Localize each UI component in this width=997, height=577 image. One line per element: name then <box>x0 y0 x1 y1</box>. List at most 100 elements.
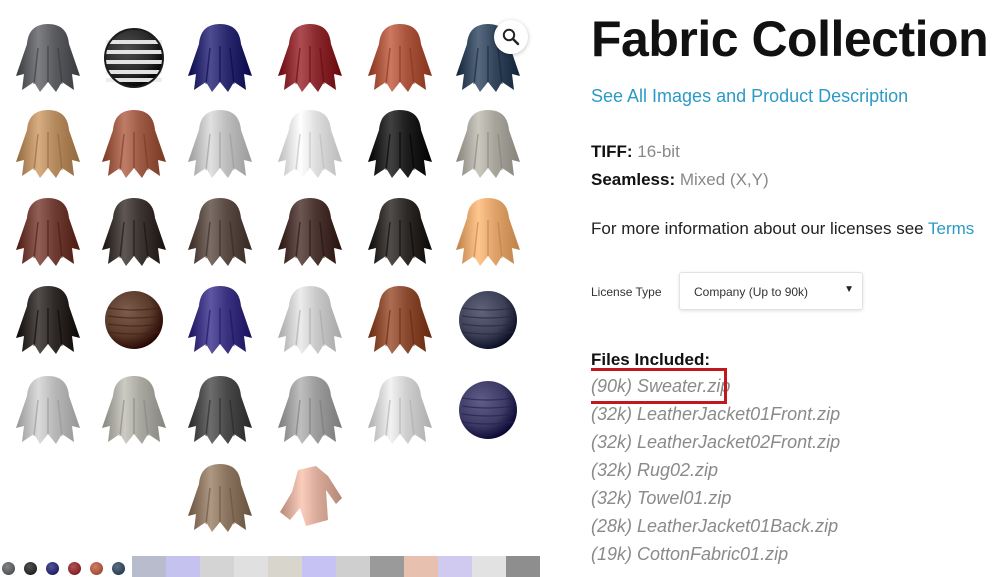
product-title: Fabric Collection <box>591 11 989 67</box>
fabric-thumbnail[interactable] <box>8 370 88 450</box>
thumbnail-image <box>459 291 517 349</box>
strip-swatch[interactable] <box>234 556 268 577</box>
fabric-thumbnail[interactable] <box>360 370 440 450</box>
file-link[interactable]: (28k) LeatherJacket01Back.zip <box>591 516 838 537</box>
strip-thumbnail[interactable] <box>46 562 59 575</box>
strip-thumbnail[interactable] <box>24 562 37 575</box>
fabric-thumbnail[interactable] <box>94 192 174 272</box>
strip-swatch[interactable] <box>166 556 200 577</box>
thumbnail-grid <box>0 0 560 550</box>
thumbnail-image <box>278 110 342 178</box>
thumbnail-image <box>16 110 80 178</box>
fabric-thumbnail[interactable] <box>448 104 528 184</box>
fabric-thumbnail[interactable] <box>360 18 440 98</box>
sweater-thumbnail[interactable] <box>270 458 350 538</box>
thumbnail-image <box>278 376 342 444</box>
thumbnail-image <box>188 24 252 92</box>
files-included-heading: Files Included: <box>591 350 711 369</box>
file-link[interactable]: (32k) Rug02.zip <box>591 460 718 481</box>
thumbnail-image <box>368 286 432 354</box>
strip-swatch[interactable] <box>132 556 166 577</box>
fabric-thumbnail[interactable] <box>94 18 174 98</box>
see-all-images-link[interactable]: See All Images and Product Description <box>591 86 908 107</box>
terms-link[interactable]: Terms <box>928 219 974 238</box>
thumbnail-image <box>16 24 80 92</box>
file-link[interactable]: (19k) CottonFabric01.zip <box>591 544 788 565</box>
fabric-thumbnail[interactable] <box>8 192 88 272</box>
thumbnail-strip <box>0 556 560 577</box>
fabric-thumbnail[interactable] <box>180 18 260 98</box>
strip-swatch[interactable] <box>268 556 302 577</box>
strip-thumbnail[interactable] <box>112 562 125 575</box>
strip-swatch[interactable] <box>302 556 336 577</box>
license-type-select[interactable]: Company (Up to 90k) ▼ <box>679 272 863 310</box>
thumbnail-image <box>456 198 520 266</box>
thumbnail-image <box>188 110 252 178</box>
thumbnail-image <box>16 286 80 354</box>
thumbnail-image <box>280 466 342 526</box>
thumbnail-image <box>104 28 164 88</box>
caret-down-icon: ▼ <box>844 284 854 295</box>
spec-label: Seamless: <box>591 170 676 189</box>
fabric-thumbnail[interactable] <box>270 104 350 184</box>
thumbnail-image <box>188 286 252 354</box>
spec-value: Mixed (X,Y) <box>679 170 769 189</box>
fabric-thumbnail[interactable] <box>270 192 350 272</box>
fabric-thumbnail[interactable] <box>448 370 528 450</box>
file-link[interactable]: (32k) Towel01.zip <box>591 488 731 509</box>
fabric-thumbnail[interactable] <box>180 458 260 538</box>
fabric-thumbnail[interactable] <box>180 192 260 272</box>
fabric-thumbnail[interactable] <box>8 18 88 98</box>
strip-swatch[interactable] <box>370 556 404 577</box>
strip-swatch[interactable] <box>404 556 438 577</box>
strip-swatch[interactable] <box>200 556 234 577</box>
strip-swatch[interactable] <box>438 556 472 577</box>
thumbnail-image <box>188 376 252 444</box>
highlight-box <box>591 368 727 404</box>
magnifier-icon <box>502 28 520 46</box>
strip-swatch[interactable] <box>472 556 506 577</box>
strip-thumbnail[interactable] <box>90 562 103 575</box>
license-info-text: For more information about our licenses … <box>591 219 929 238</box>
fabric-thumbnail[interactable] <box>180 370 260 450</box>
thumbnail-image <box>102 376 166 444</box>
thumbnail-image <box>102 110 166 178</box>
fabric-thumbnail[interactable] <box>180 280 260 360</box>
fabric-thumbnail[interactable] <box>270 370 350 450</box>
fabric-thumbnail[interactable] <box>94 104 174 184</box>
file-link[interactable]: (32k) LeatherJacket02Front.zip <box>591 432 840 453</box>
fabric-thumbnail[interactable] <box>94 280 174 360</box>
thumbnail-image <box>278 198 342 266</box>
thumbnail-image <box>456 110 520 178</box>
spec-tiff: TIFF: 16-bit <box>591 142 680 162</box>
thumbnail-image <box>368 24 432 92</box>
fabric-thumbnail[interactable] <box>8 280 88 360</box>
fabric-thumbnail[interactable] <box>180 104 260 184</box>
thumbnail-image <box>16 376 80 444</box>
thumbnail-image <box>102 198 166 266</box>
thumbnail-image <box>105 291 163 349</box>
fabric-thumbnail[interactable] <box>360 192 440 272</box>
strip-thumbnail[interactable] <box>68 562 81 575</box>
fabric-thumbnail[interactable] <box>448 280 528 360</box>
license-type-value: Company (Up to 90k) <box>694 285 809 299</box>
file-link[interactable]: (32k) LeatherJacket01Front.zip <box>591 404 840 425</box>
fabric-thumbnail[interactable] <box>270 18 350 98</box>
fabric-thumbnail[interactable] <box>94 370 174 450</box>
fabric-thumbnail[interactable] <box>360 104 440 184</box>
strip-swatch[interactable] <box>336 556 370 577</box>
thumbnail-image <box>368 376 432 444</box>
thumbnail-image <box>368 198 432 266</box>
product-info: Fabric Collection See All Images and Pro… <box>591 0 997 577</box>
fabric-thumbnail[interactable] <box>8 104 88 184</box>
thumbnail-image <box>278 286 342 354</box>
fabric-thumbnail[interactable] <box>270 280 350 360</box>
zoom-button[interactable] <box>494 20 528 54</box>
fabric-thumbnail[interactable] <box>360 280 440 360</box>
fabric-thumbnail[interactable] <box>448 192 528 272</box>
strip-swatch[interactable] <box>506 556 540 577</box>
thumbnail-image <box>459 381 517 439</box>
thumbnail-image <box>188 464 252 532</box>
strip-thumbnail[interactable] <box>2 562 15 575</box>
license-type-label: License Type <box>591 285 662 299</box>
